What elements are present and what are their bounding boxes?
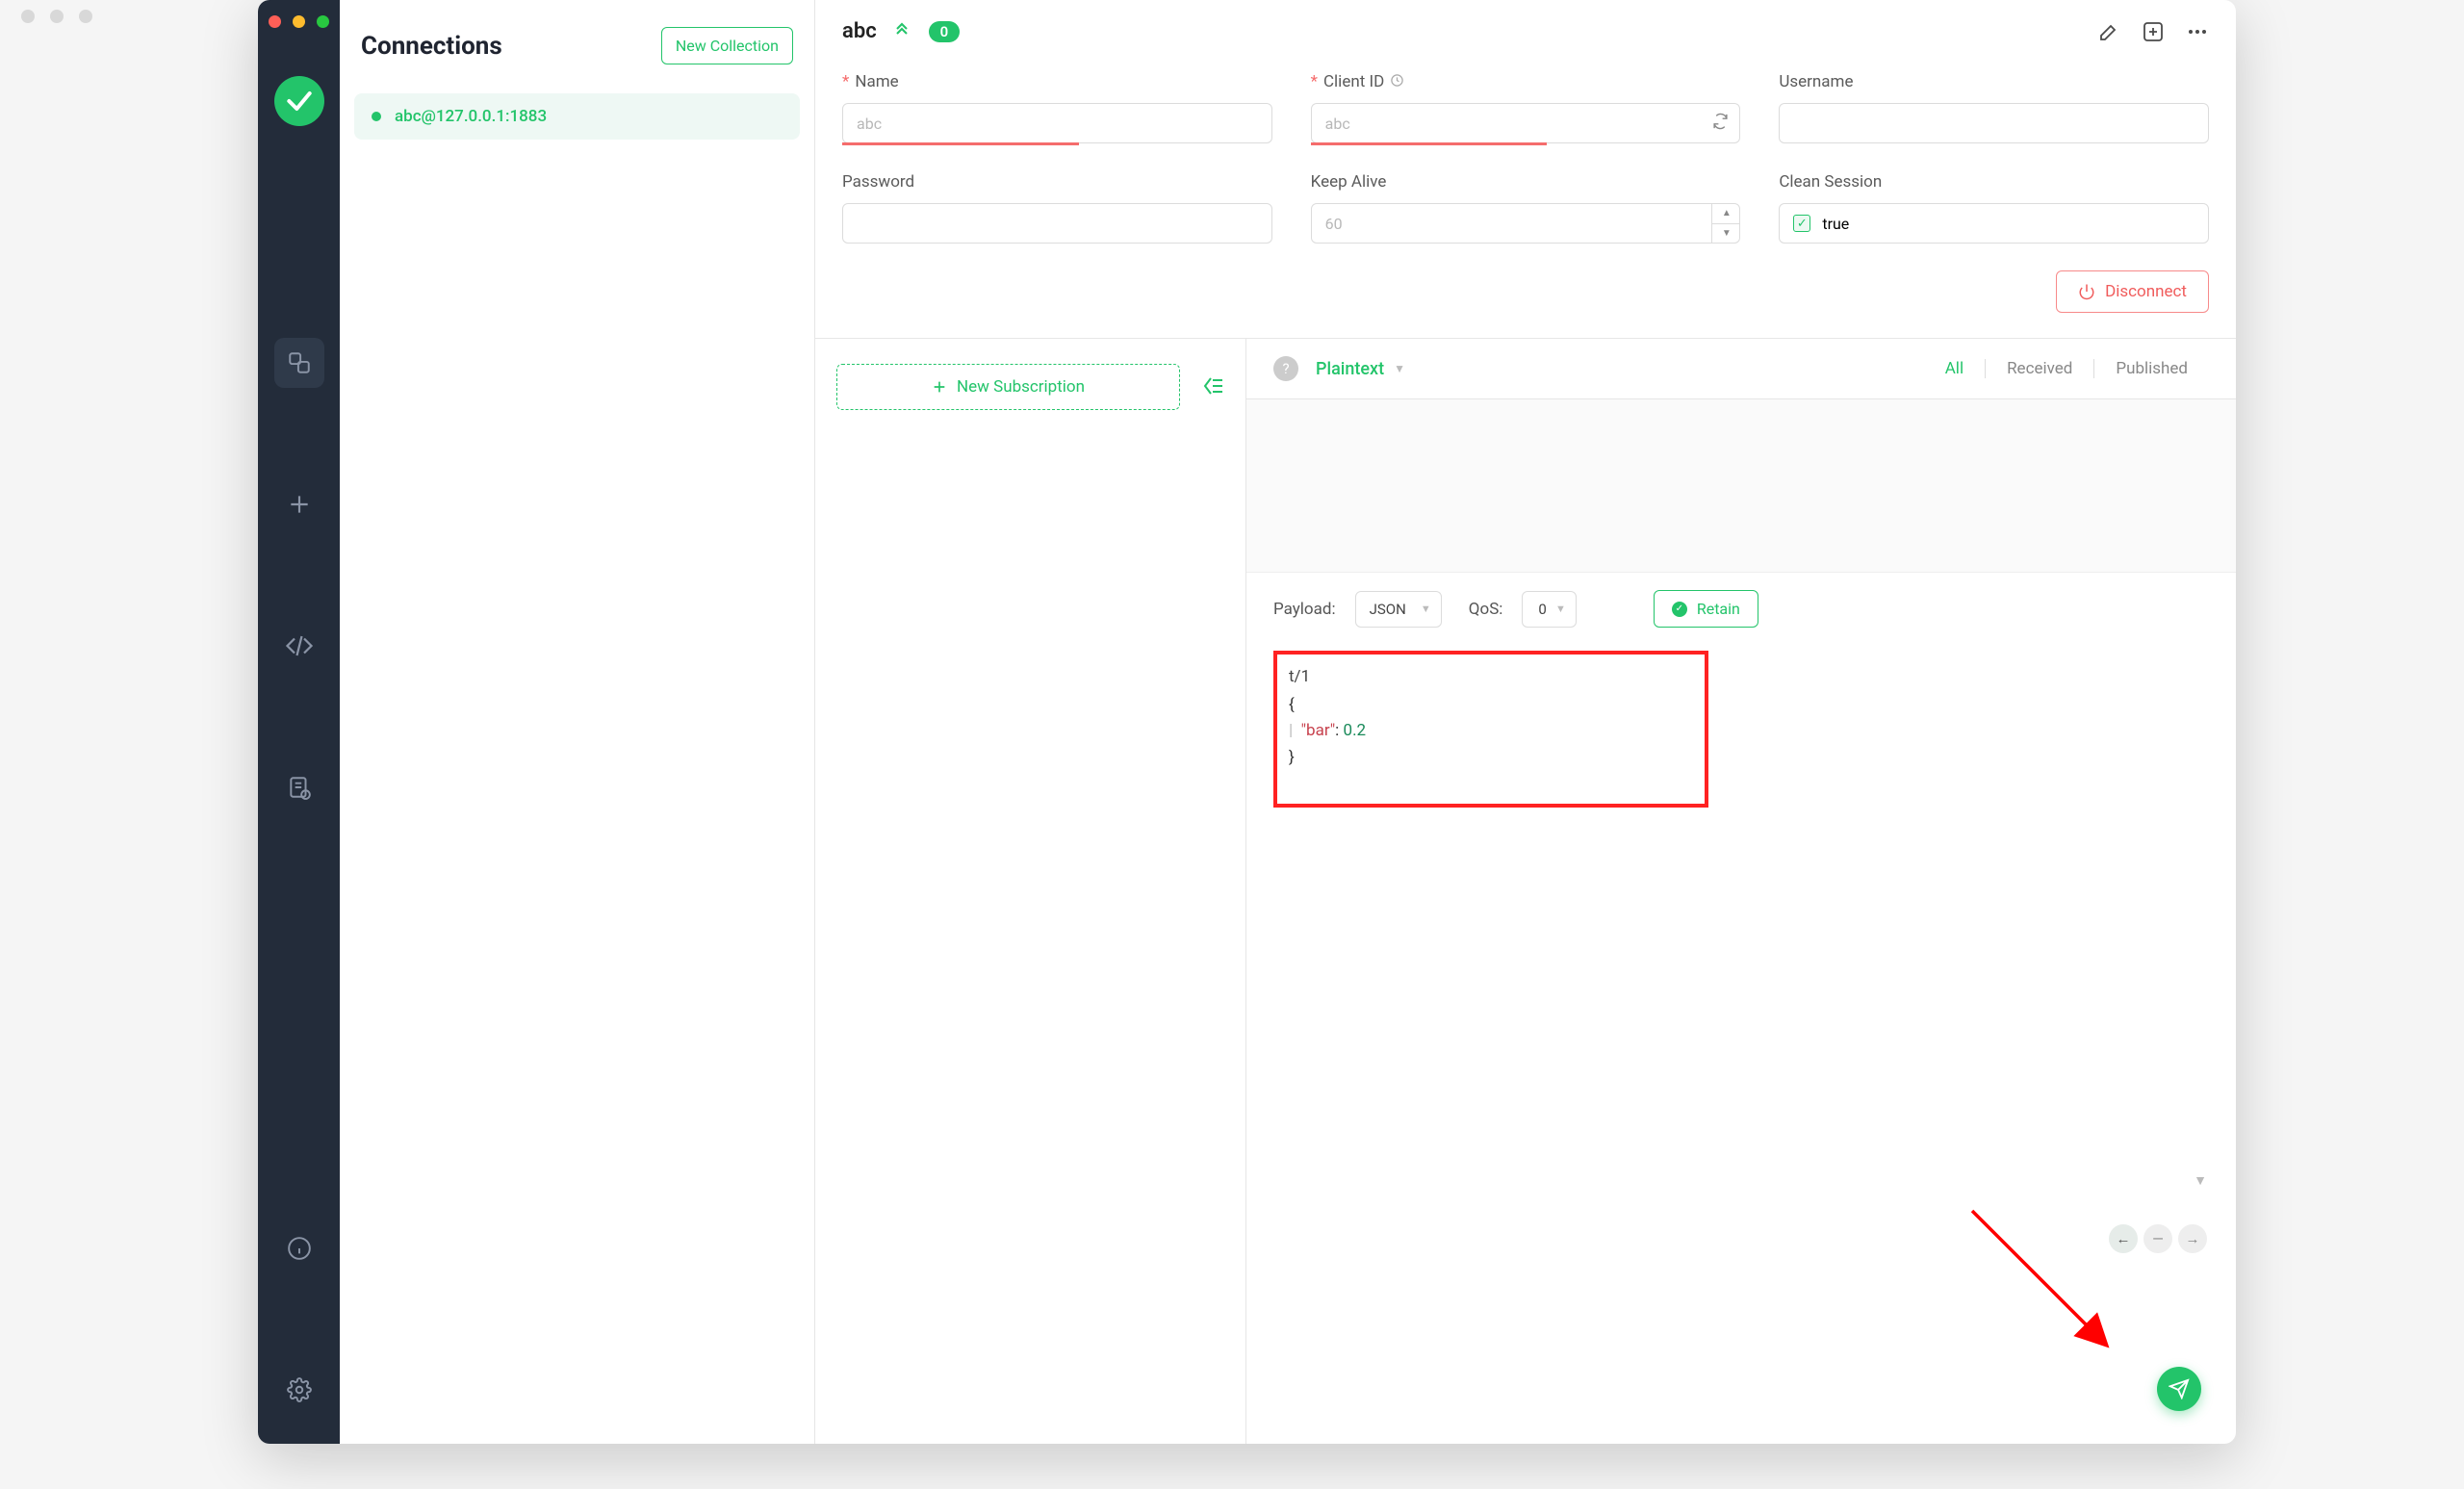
decrement-icon[interactable]: ▼ — [1712, 224, 1740, 244]
power-icon — [2078, 283, 2095, 300]
keep-alive-label: Keep Alive — [1311, 172, 1387, 192]
increment-icon[interactable]: ▲ — [1712, 203, 1740, 224]
checkbox-checked-icon: ✓ — [1793, 215, 1810, 232]
history-minus-icon[interactable]: — — [2143, 1224, 2172, 1253]
new-window-icon[interactable] — [2142, 20, 2165, 43]
minimize-window-icon[interactable] — [293, 15, 305, 28]
collapse-icon[interactable] — [892, 19, 911, 43]
password-label: Password — [842, 172, 914, 192]
qos-value: 0 — [1538, 601, 1546, 618]
name-input[interactable] — [842, 103, 1272, 143]
refresh-client-id-icon[interactable] — [1712, 114, 1729, 134]
username-label: Username — [1779, 72, 1853, 91]
new-collection-button[interactable]: New Collection — [661, 27, 793, 64]
plus-icon — [932, 379, 947, 395]
format-value: Plaintext — [1316, 359, 1384, 379]
client-id-input[interactable] — [1311, 103, 1741, 143]
name-label: Name — [855, 72, 898, 91]
message-count-badge: 0 — [929, 21, 961, 42]
payload-format-value: JSON — [1370, 601, 1406, 618]
keep-alive-spinner[interactable]: ▲ ▼ — [1711, 203, 1740, 244]
retain-button[interactable]: ✓ Retain — [1654, 590, 1758, 628]
clean-session-value: true — [1822, 215, 1849, 233]
background-window-dots — [21, 10, 92, 23]
payload-format-select[interactable]: JSON ▼ — [1355, 591, 1442, 628]
tab-received[interactable]: Received — [1986, 359, 2093, 378]
password-input[interactable] — [842, 203, 1272, 244]
help-icon[interactable]: ? — [1273, 356, 1298, 381]
clean-session-label: Clean Session — [1779, 172, 1882, 192]
connections-title: Connections — [361, 32, 502, 61]
qos-select[interactable]: 0 ▼ — [1522, 591, 1576, 628]
format-selector[interactable]: Plaintext ▼ — [1316, 359, 1405, 379]
status-dot-connected-icon — [372, 112, 381, 121]
window-controls[interactable] — [269, 15, 329, 28]
chevron-down-icon: ▼ — [1421, 603, 1431, 615]
maximize-window-icon[interactable] — [317, 15, 329, 28]
send-button[interactable] — [2157, 1367, 2201, 1411]
connection-header-bar: abc 0 — [815, 0, 2236, 63]
keep-alive-input[interactable] — [1311, 203, 1741, 244]
topic-input[interactable]: t/1 — [1289, 664, 1693, 690]
more-menu-icon[interactable] — [2186, 20, 2209, 43]
nav-settings-icon[interactable] — [274, 1365, 324, 1415]
disconnect-label: Disconnect — [2105, 282, 2187, 301]
payload-label: Payload: — [1273, 600, 1336, 619]
chevron-down-icon: ▼ — [1555, 603, 1566, 615]
subscriptions-column: New Subscription — [815, 339, 1246, 1444]
connection-list-item[interactable]: abc@127.0.0.1:1883 — [354, 93, 800, 140]
chevron-down-icon: ▼ — [1394, 362, 1405, 375]
check-circle-icon: ✓ — [1672, 602, 1687, 617]
connections-panel: Connections New Collection abc@127.0.0.1… — [340, 0, 815, 1444]
nav-info-icon[interactable] — [274, 1223, 324, 1273]
new-subscription-button[interactable]: New Subscription — [836, 364, 1180, 410]
username-input[interactable] — [1779, 103, 2209, 143]
retain-label: Retain — [1697, 600, 1740, 618]
messages-header: ? Plaintext ▼ All Received Published — [1246, 339, 2236, 399]
new-subscription-label: New Subscription — [957, 377, 1085, 397]
history-nav: ← — → — [2109, 1224, 2207, 1253]
clock-icon — [1390, 73, 1404, 91]
payload-toolbar: Payload: JSON ▼ QoS: 0 ▼ ✓ — [1246, 573, 2236, 645]
connection-name: abc — [842, 19, 877, 43]
main-area: abc 0 *Name — [815, 0, 2236, 1444]
connection-item-label: abc@127.0.0.1:1883 — [395, 107, 547, 126]
clean-session-toggle[interactable]: ✓ true — [1779, 203, 2209, 244]
edit-icon[interactable] — [2097, 20, 2120, 43]
tab-published[interactable]: Published — [2094, 359, 2209, 378]
nav-add-icon[interactable] — [274, 479, 324, 529]
nav-scripts-icon[interactable] — [274, 621, 324, 671]
app-logo — [274, 76, 324, 126]
collapse-subscriptions-icon[interactable] — [1201, 364, 1224, 401]
messages-area: ? Plaintext ▼ All Received Published — [1246, 339, 2236, 1444]
history-forward-icon[interactable]: → — [2178, 1224, 2207, 1253]
expand-editor-icon[interactable]: ▼ — [2194, 1172, 2207, 1189]
client-id-label: Client ID — [1323, 72, 1384, 91]
nav-connections-icon[interactable] — [274, 338, 324, 388]
app-window: Connections New Collection abc@127.0.0.1… — [258, 0, 2236, 1444]
disconnect-button[interactable]: Disconnect — [2056, 270, 2209, 313]
history-back-icon[interactable]: ← — [2109, 1224, 2138, 1253]
tab-all[interactable]: All — [1924, 359, 1985, 378]
payload-json-body[interactable]: { | "bar": 0.2 } — [1289, 692, 1693, 771]
messages-list-empty — [1246, 399, 2236, 573]
nav-sidebar — [258, 0, 340, 1444]
connection-form: *Name *Client ID — [815, 63, 2236, 270]
payload-editor[interactable]: t/1 { | "bar": 0.2 } — [1273, 651, 1708, 808]
send-icon — [2169, 1378, 2190, 1399]
qos-label: QoS: — [1469, 600, 1503, 619]
nav-log-icon[interactable] — [274, 762, 324, 812]
close-window-icon[interactable] — [269, 15, 281, 28]
